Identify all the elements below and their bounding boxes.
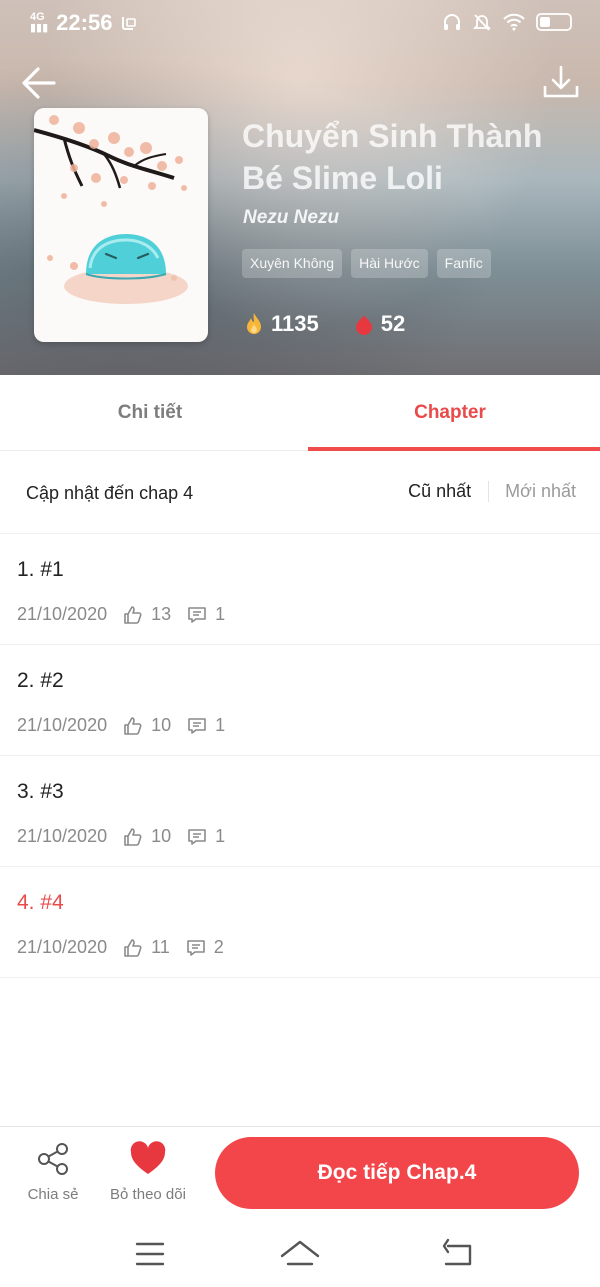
book-header: 4G ▮▮▮ 22:56 Chuyển Sinh Thành Bé Slime …	[0, 0, 600, 375]
battery-icon	[536, 13, 572, 31]
tab-chapter[interactable]: Chapter	[300, 375, 600, 451]
sort-toggle: Cũ nhất Mới nhất	[408, 481, 576, 502]
wifi-icon	[503, 13, 525, 31]
menu-icon[interactable]	[128, 1234, 172, 1274]
chapter-comments: 1	[215, 715, 226, 735]
tag-chip[interactable]: Xuyên Không	[242, 249, 343, 278]
sort-oldest-button[interactable]: Cũ nhất	[408, 481, 490, 502]
update-status: Cập nhật đến chap 4	[26, 483, 194, 503]
return-icon[interactable]	[436, 1234, 480, 1274]
book-stats: 1135 52	[243, 311, 439, 337]
share-label: Chia sẻ	[27, 1186, 79, 1203]
chapter-meta: 21/10/2020 10 1	[17, 715, 241, 736]
sort-newest-button[interactable]: Mới nhất	[505, 481, 576, 502]
thumbs-up-icon	[124, 938, 142, 957]
download-icon[interactable]	[540, 62, 582, 104]
heart-icon	[130, 1141, 166, 1174]
system-nav-bar	[0, 1226, 600, 1287]
chapter-item[interactable]: 2. #2 21/10/2020 10 1	[0, 645, 600, 756]
tag-chip[interactable]: Fanfic	[436, 249, 491, 278]
chapter-likes: 13	[151, 604, 172, 624]
likes-count: 52	[380, 311, 406, 336]
home-icon[interactable]	[278, 1234, 322, 1274]
bell-off-icon	[472, 14, 492, 31]
back-arrow-icon[interactable]	[18, 62, 60, 104]
chapter-likes: 10	[151, 826, 172, 846]
fire-icon	[247, 313, 261, 334]
share-button[interactable]: Chia sẻ	[20, 1141, 86, 1203]
heart-drop-icon	[355, 315, 372, 335]
chapter-comments: 2	[213, 937, 224, 957]
chapter-title: 4. #4	[17, 891, 64, 914]
share-icon	[38, 1143, 68, 1175]
chapter-meta: 21/10/2020 11 2	[17, 937, 240, 958]
chapter-date: 21/10/2020	[17, 937, 108, 957]
comment-icon	[188, 717, 206, 734]
tag-chip[interactable]: Hài Hước	[351, 249, 428, 278]
headphones-icon	[444, 14, 460, 30]
book-cover[interactable]	[34, 108, 208, 342]
chapter-list-header: Cập nhật đến chap 4 Cũ nhất Mới nhất	[0, 451, 600, 534]
book-author[interactable]: Nezu Nezu	[243, 207, 339, 229]
notification-icon	[122, 17, 137, 30]
chapter-item[interactable]: 1. #1 21/10/2020 13 1	[0, 534, 600, 645]
thumbs-up-icon	[124, 605, 142, 624]
book-title: Chuyển Sinh Thành Bé Slime Loli	[242, 118, 543, 196]
tab-details[interactable]: Chi tiết	[0, 375, 300, 450]
chapter-date: 21/10/2020	[17, 826, 108, 846]
chapter-item[interactable]: 3. #3 21/10/2020 10 1	[0, 756, 600, 867]
chapter-date: 21/10/2020	[17, 715, 108, 735]
chapter-meta: 21/10/2020 13 1	[17, 604, 241, 625]
chapter-likes: 10	[151, 715, 172, 735]
cover-illustration	[34, 115, 188, 304]
chapter-title: 2. #2	[17, 669, 64, 692]
continue-reading-button[interactable]: Đọc tiếp Chap.4	[215, 1137, 579, 1209]
chapter-likes: 11	[151, 937, 170, 957]
chapter-comments: 1	[215, 826, 226, 846]
status-bar: 4G ▮▮▮ 22:56	[0, 0, 600, 46]
comment-icon	[188, 606, 206, 623]
tab-bar: Chi tiết Chapter	[0, 375, 600, 451]
chapter-title: 3. #3	[17, 780, 64, 803]
chapter-item-current[interactable]: 4. #4 21/10/2020 11 2	[0, 867, 600, 978]
chapter-date: 21/10/2020	[17, 604, 108, 624]
views-count: 1135	[271, 311, 319, 336]
unfollow-button[interactable]: Bỏ theo dõi	[102, 1141, 194, 1203]
chapter-title: 1. #1	[17, 558, 64, 581]
action-bar: Chia sẻ Bỏ theo dõi Đọc tiếp Chap.4	[0, 1126, 600, 1226]
chapter-comments: 1	[215, 604, 226, 624]
comment-icon	[188, 828, 206, 845]
chapter-meta: 21/10/2020 10 1	[17, 826, 241, 847]
status-time: 22:56	[56, 10, 113, 35]
thumbs-up-icon	[124, 716, 142, 735]
unfollow-label: Bỏ theo dõi	[110, 1186, 186, 1203]
signal-icon: 4G ▮▮▮	[30, 11, 49, 34]
comment-icon	[186, 939, 205, 956]
chapter-list: 1. #1 21/10/2020 13 1 2. #2 21/10/2020 1…	[0, 534, 600, 978]
tag-list: Xuyên Không Hài Hước Fanfic	[242, 249, 491, 278]
thumbs-up-icon	[124, 827, 142, 846]
